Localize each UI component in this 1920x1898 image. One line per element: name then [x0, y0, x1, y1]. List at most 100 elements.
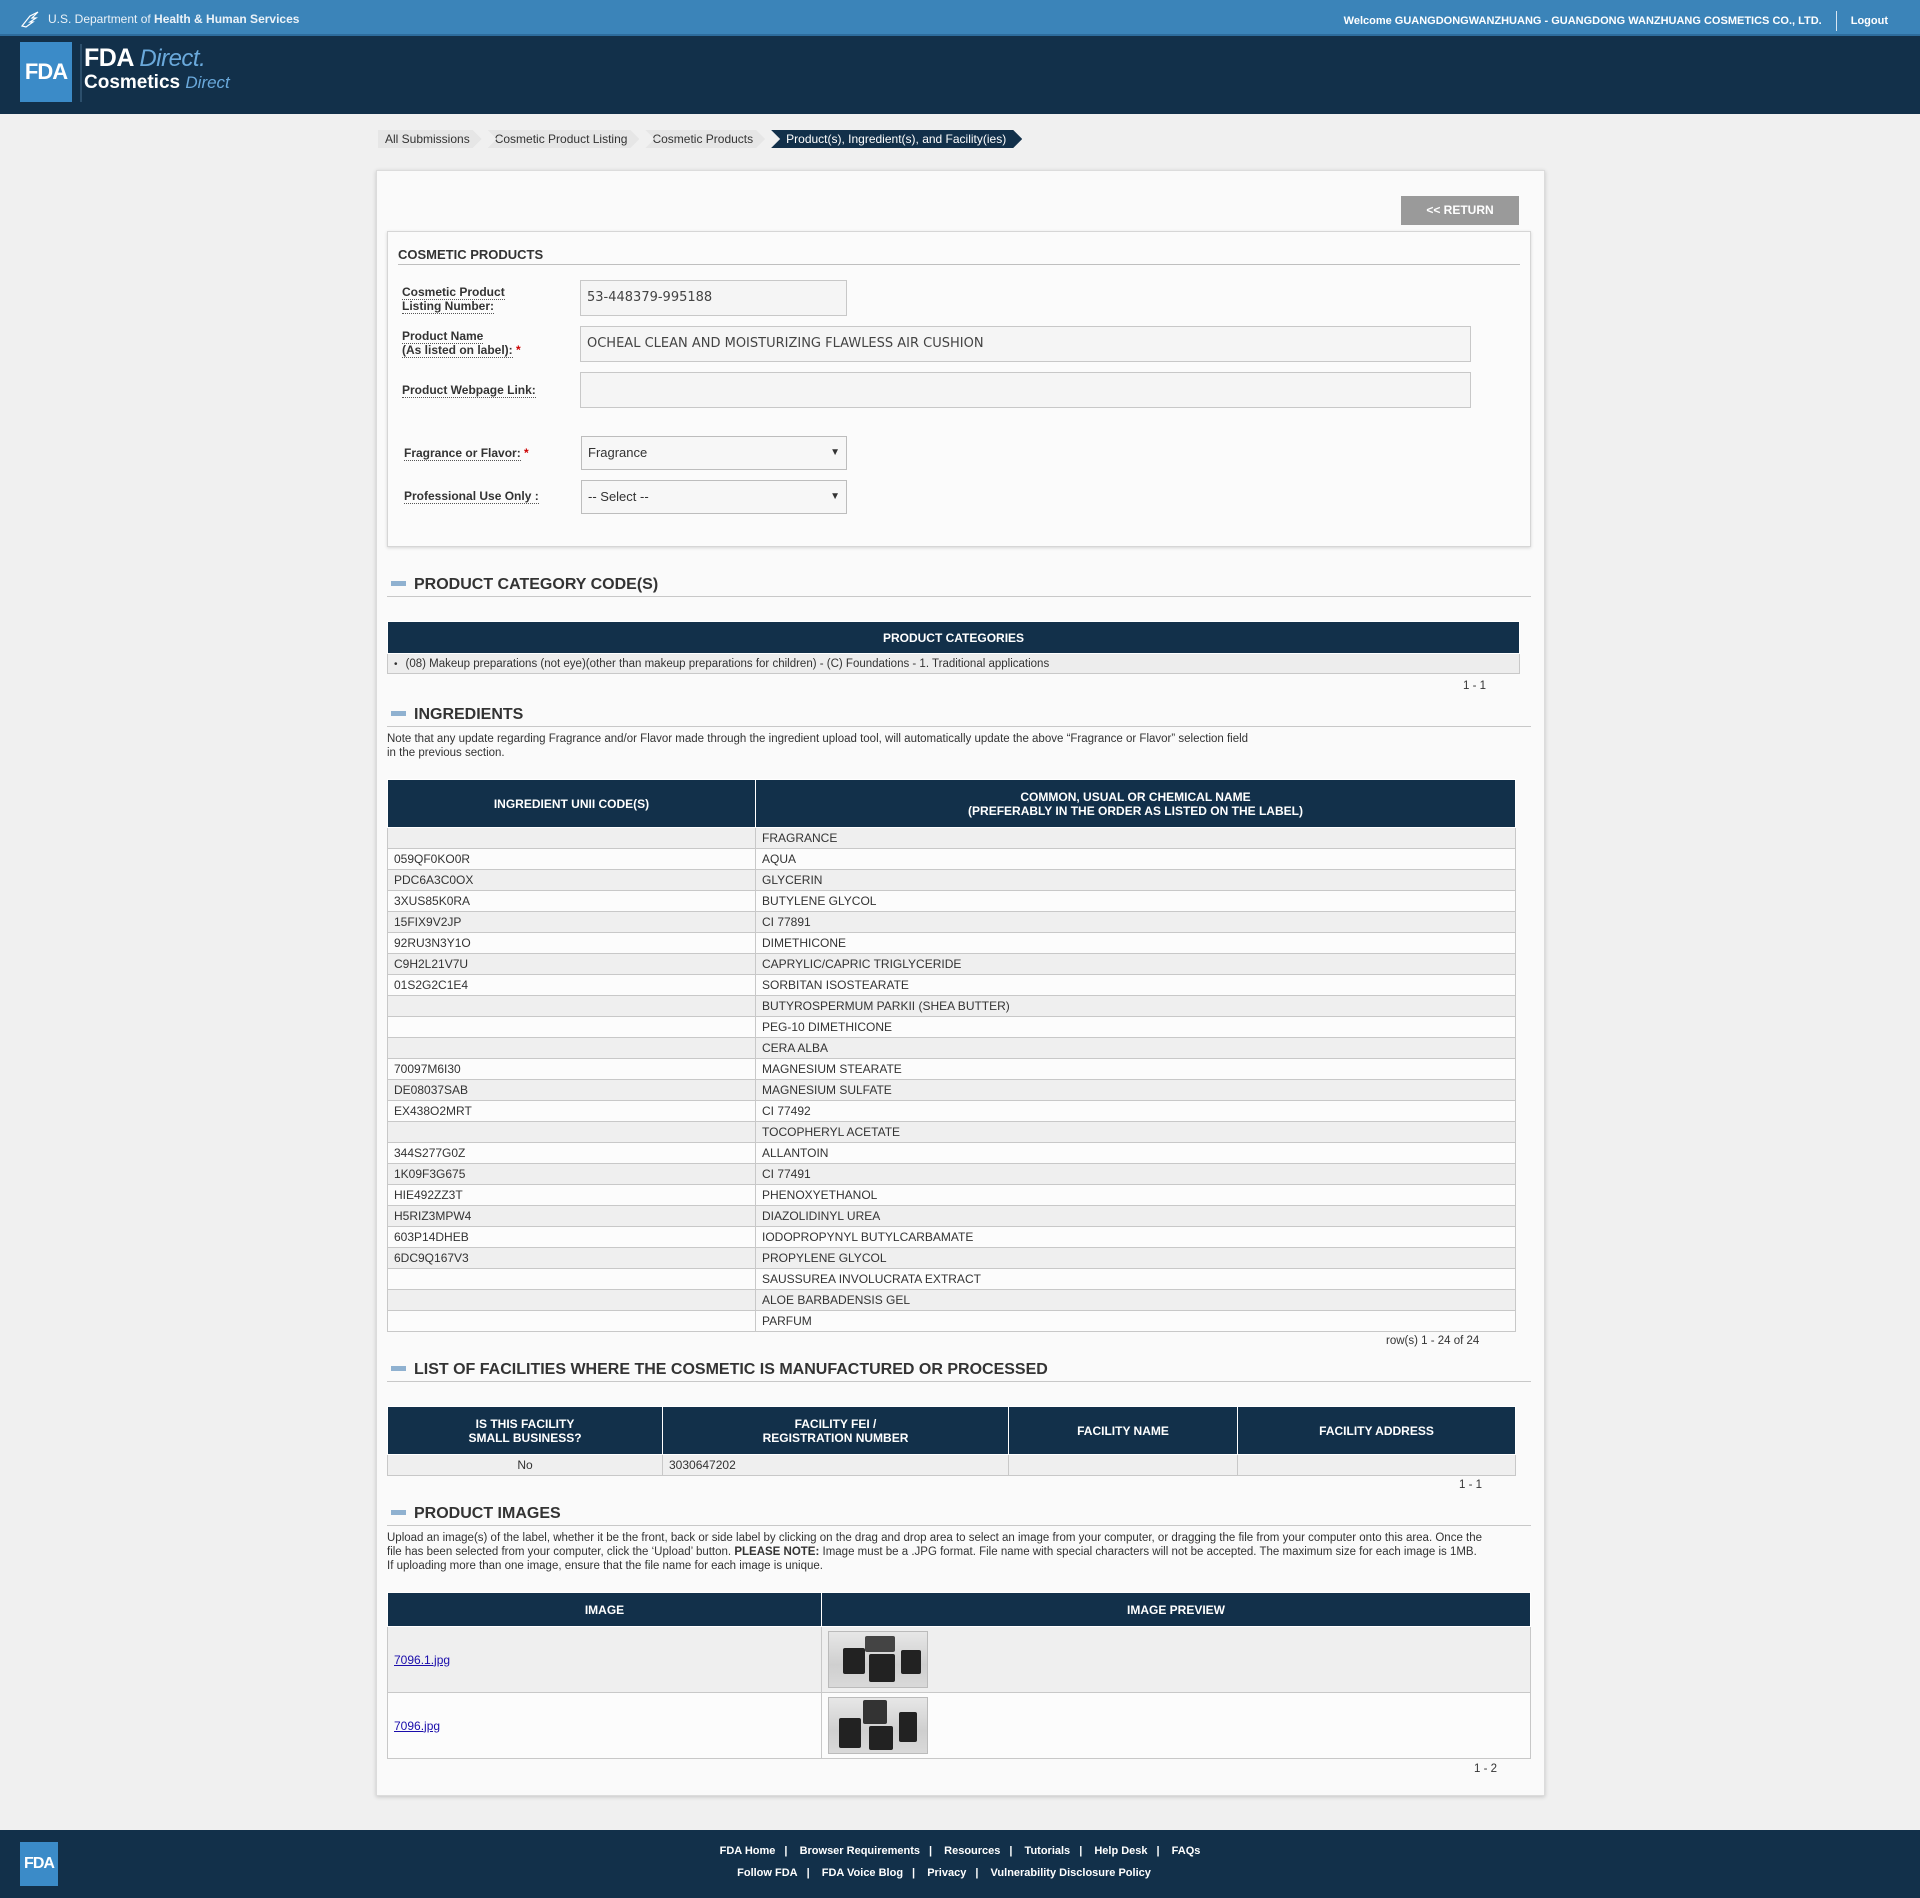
- facilities-pager: 1 - 1: [1459, 1479, 1483, 1491]
- product-category-section-header[interactable]: PRODUCT CATEGORY CODE(S): [387, 576, 1531, 597]
- breadcrumb-cosmetic-products[interactable]: Cosmetic Products: [645, 130, 765, 148]
- footer-link-browser-requirements[interactable]: Browser Requirements: [800, 1845, 920, 1857]
- chevron-down-icon: ▼: [830, 447, 840, 458]
- image-file-link[interactable]: 7096.1.jpg: [394, 1653, 450, 1667]
- facility-address-header: FACILITY ADDRESS: [1237, 1406, 1516, 1455]
- hhs-agency-text: U.S. Department of Health & Human Servic…: [48, 12, 300, 26]
- footer-link-fda-home[interactable]: FDA Home: [720, 1845, 776, 1857]
- webpage-link-field[interactable]: [580, 372, 1471, 408]
- fragrance-select[interactable]: Fragrance ▼: [581, 436, 847, 470]
- footer-link-privacy[interactable]: Privacy: [927, 1867, 966, 1879]
- facility-name-header: FACILITY NAME: [1008, 1406, 1238, 1455]
- ingredient-name-cell: CERA ALBA: [755, 1037, 1516, 1059]
- product-images-table: IMAGE IMAGE PREVIEW 7096.1.jpg 7096.jpg: [387, 1592, 1531, 1759]
- unii-code-cell: 603P14DHEB: [387, 1226, 756, 1248]
- unii-code-cell: [387, 1121, 756, 1143]
- facility-name-cell: [1008, 1454, 1238, 1476]
- table-row: 15FIX9V2JP CI 77891: [387, 911, 1516, 933]
- footer-link-faqs[interactable]: FAQs: [1172, 1845, 1201, 1857]
- fei-number-header: FACILITY FEI / REGISTRATION NUMBER: [662, 1406, 1009, 1455]
- table-row: ALOE BARBADENSIS GEL: [387, 1289, 1516, 1311]
- footer-link-fda-voice-blog[interactable]: FDA Voice Blog: [822, 1867, 903, 1879]
- product-image-thumbnail[interactable]: [828, 1631, 928, 1688]
- image-header: IMAGE: [387, 1592, 822, 1627]
- unii-code-cell: [387, 1016, 756, 1038]
- images-pager: 1 - 2: [1474, 1763, 1498, 1775]
- table-row: 92RU3N3Y1O DIMETHICONE: [387, 932, 1516, 954]
- table-row: CERA ALBA: [387, 1037, 1516, 1059]
- breadcrumb-current-page: Product(s), Ingredient(s), and Facility(…: [771, 130, 1022, 148]
- table-row: PARFUM: [387, 1310, 1516, 1332]
- return-button[interactable]: << RETURN: [1401, 196, 1519, 225]
- unii-code-header: INGREDIENT UNII CODE(S): [387, 779, 756, 828]
- logout-link[interactable]: Logout: [1851, 15, 1888, 27]
- category-item: (08) Makeup preparations (not eye)(other…: [394, 658, 1513, 670]
- ingredients-section-header[interactable]: INGREDIENTS: [387, 706, 1531, 727]
- unii-code-cell: DE08037SAB: [387, 1079, 756, 1101]
- ingredient-name-cell: MAGNESIUM STEARATE: [755, 1058, 1516, 1080]
- unii-code-cell: [387, 1310, 756, 1332]
- table-row: FRAGRANCE: [387, 827, 1516, 849]
- webpage-link-label: Product Webpage Link:: [402, 383, 536, 398]
- unii-code-cell: 059QF0KO0R: [387, 848, 756, 870]
- brand-cosmetics: Cosmetics: [84, 72, 181, 93]
- table-row: H5RIZ3MPW4 DIAZOLIDINYL UREA: [387, 1205, 1516, 1227]
- ingredient-name-cell: ALOE BARBADENSIS GEL: [755, 1289, 1516, 1311]
- table-row: 344S277G0Z ALLANTOIN: [387, 1142, 1516, 1164]
- table-row: TOCOPHERYL ACETATE: [387, 1121, 1516, 1143]
- collapse-icon[interactable]: [391, 581, 406, 587]
- table-row: 1K09F3G675 CI 77491: [387, 1163, 1516, 1185]
- cosmetic-products-form: COSMETIC PRODUCTS Cosmetic Product Listin…: [387, 231, 1531, 547]
- fei-number-cell: 3030647202: [662, 1454, 1009, 1476]
- collapse-icon[interactable]: [391, 1366, 406, 1372]
- footer-links-row-1: FDA Home | Browser Requirements | Resource…: [719, 1845, 1201, 1857]
- collapse-icon[interactable]: [391, 711, 406, 717]
- app-header: FDA FDA Direct. Cosmetics Direct: [0, 36, 1920, 114]
- footer-link-vulnerability-disclosure[interactable]: Vulnerability Disclosure Policy: [990, 1867, 1150, 1879]
- unii-code-cell: [387, 995, 756, 1017]
- footer: FDA FDA Home | Browser Requirements | Reso…: [0, 1830, 1920, 1898]
- ingredient-name-cell: GLYCERIN: [755, 869, 1516, 891]
- fragrance-label: Fragrance or Flavor: *: [404, 446, 529, 461]
- hhs-branding[interactable]: U.S. Department of Health & Human Servic…: [20, 10, 299, 28]
- product-image-thumbnail[interactable]: [828, 1697, 928, 1754]
- ingredient-name-cell: PHENOXYETHANOL: [755, 1184, 1516, 1206]
- footer-link-resources[interactable]: Resources: [944, 1845, 1000, 1857]
- image-preview-header: IMAGE PREVIEW: [821, 1592, 1531, 1627]
- small-business-header: IS THIS FACILITY SMALL BUSINESS?: [387, 1406, 663, 1455]
- unii-code-cell: [387, 1289, 756, 1311]
- unii-code-cell: 01S2G2C1E4: [387, 974, 756, 996]
- listing-number-field[interactable]: 53-448379-995188: [580, 280, 847, 316]
- product-categories-header: PRODUCT CATEGORIES: [387, 621, 1520, 654]
- table-row: C9H2L21V7U CAPRYLIC/CAPRIC TRIGLYCERIDE: [387, 953, 1516, 975]
- table-row: SAUSSUREA INVOLUCRATA EXTRACT: [387, 1268, 1516, 1290]
- footer-link-tutorials[interactable]: Tutorials: [1025, 1845, 1071, 1857]
- image-file-link[interactable]: 7096.jpg: [394, 1719, 440, 1733]
- fda-direct-brand[interactable]: FDA Direct. Cosmetics Direct: [80, 44, 230, 102]
- table-row: 7096.jpg: [387, 1692, 1531, 1759]
- professional-use-select[interactable]: -- Select -- ▼: [581, 480, 847, 514]
- product-images-section-header[interactable]: PRODUCT IMAGES: [387, 1505, 1531, 1526]
- ingredient-name-cell: IODOPROPYNYL BUTYLCARBAMATE: [755, 1226, 1516, 1248]
- fda-logo[interactable]: FDA: [20, 42, 72, 102]
- unii-code-cell: EX438O2MRT: [387, 1100, 756, 1122]
- chevron-down-icon: ▼: [830, 491, 840, 502]
- brand-direct: Direct: [139, 45, 200, 72]
- footer-link-follow-fda[interactable]: Follow FDA: [737, 1867, 798, 1879]
- ingredient-name-cell: CI 77491: [755, 1163, 1516, 1185]
- footer-link-help-desk[interactable]: Help Desk: [1094, 1845, 1147, 1857]
- ingredient-name-cell: SAUSSUREA INVOLUCRATA EXTRACT: [755, 1268, 1516, 1290]
- product-name-field[interactable]: OCHEAL CLEAN AND MOISTURIZING FLAWLESS A…: [580, 326, 1471, 362]
- table-row: BUTYROSPERMUM PARKII (SHEA BUTTER): [387, 995, 1516, 1017]
- ingredient-name-cell: TOCOPHERYL ACETATE: [755, 1121, 1516, 1143]
- footer-links-row-2: Follow FDA | FDA Voice Blog | Privacy | Vul…: [737, 1867, 1151, 1879]
- unii-code-cell: 70097M6I30: [387, 1058, 756, 1080]
- breadcrumb-cosmetic-product-listing[interactable]: Cosmetic Product Listing: [488, 130, 640, 148]
- ingredient-name-cell: BUTYROSPERMUM PARKII (SHEA BUTTER): [755, 995, 1516, 1017]
- breadcrumb-all-submissions[interactable]: All Submissions: [378, 130, 482, 148]
- facilities-section-header[interactable]: LIST OF FACILITIES WHERE THE COSMETIC IS…: [387, 1361, 1531, 1382]
- unii-code-cell: 3XUS85K0RA: [387, 890, 756, 912]
- listing-number-label: Cosmetic Product Listing Number:: [402, 285, 505, 314]
- collapse-icon[interactable]: [391, 1510, 406, 1516]
- table-row: 6DC9Q167V3 PROPYLENE GLYCOL: [387, 1247, 1516, 1269]
